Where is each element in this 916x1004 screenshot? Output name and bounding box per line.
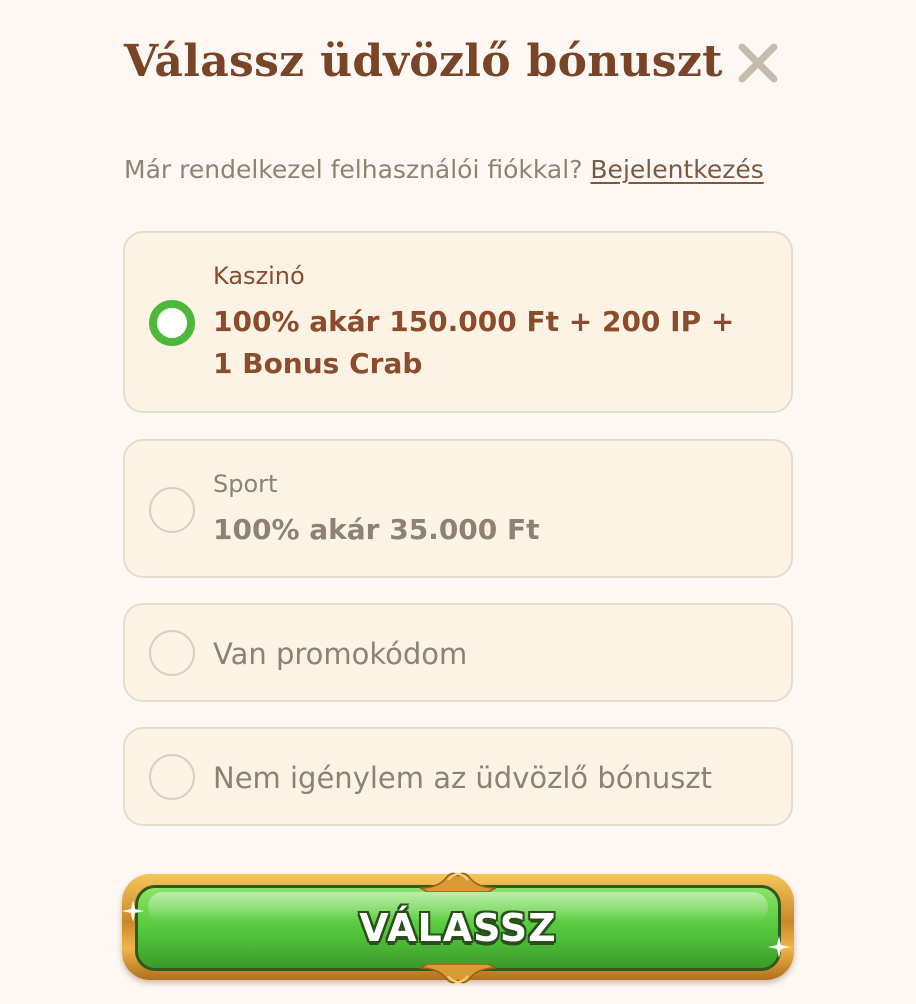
ornament-top-icon bbox=[418, 866, 498, 892]
option-text: Sport 100% akár 35.000 Ft bbox=[213, 467, 751, 551]
choose-button-label: VÁLASSZ bbox=[359, 906, 557, 950]
close-icon bbox=[738, 43, 778, 83]
bonus-option-no-bonus[interactable]: Nem igénylem az üdvözlő bónuszt bbox=[123, 727, 793, 826]
option-label: Van promokódom bbox=[213, 637, 468, 671]
ornament-bottom-icon bbox=[418, 964, 498, 990]
sparkle-icon bbox=[122, 900, 144, 922]
option-text: Kaszinó 100% akár 150.000 Ft + 200 IP + … bbox=[213, 259, 751, 385]
sparkle-icon bbox=[768, 936, 790, 958]
radio-promo-code[interactable] bbox=[149, 630, 195, 676]
option-category: Sport bbox=[213, 470, 278, 498]
radio-no-bonus[interactable] bbox=[149, 754, 195, 800]
bonus-option-promo-code[interactable]: Van promokódom bbox=[123, 603, 793, 702]
bonus-option-casino[interactable]: Kaszinó 100% akár 150.000 Ft + 200 IP + … bbox=[123, 231, 793, 413]
choose-button-wrapper: VÁLASSZ bbox=[122, 866, 794, 990]
option-text: Nem igénylem az üdvözlő bónuszt bbox=[213, 758, 751, 798]
modal-title: Válassz üdvözlő bónuszt bbox=[124, 36, 723, 87]
radio-casino[interactable] bbox=[149, 300, 195, 346]
option-detail: 100% akár 35.000 Ft bbox=[213, 513, 540, 546]
radio-sport[interactable] bbox=[149, 487, 195, 533]
option-label: Nem igénylem az üdvözlő bónuszt bbox=[213, 761, 712, 795]
option-detail: 100% akár 150.000 Ft + 200 IP + 1 Bonus … bbox=[213, 305, 735, 380]
option-text: Van promokódom bbox=[213, 634, 751, 674]
option-category: Kaszinó bbox=[213, 262, 305, 290]
login-prompt: Már rendelkezel felhasználói fiókkal? Be… bbox=[124, 152, 764, 188]
welcome-bonus-modal: Válassz üdvözlő bónuszt Már rendelkezel … bbox=[0, 0, 916, 1004]
choose-button[interactable]: VÁLASSZ bbox=[135, 885, 781, 971]
close-button[interactable] bbox=[736, 41, 780, 85]
login-prompt-text: Már rendelkezel felhasználói fiókkal? bbox=[124, 155, 591, 184]
bonus-option-sport[interactable]: Sport 100% akár 35.000 Ft bbox=[123, 439, 793, 578]
login-link[interactable]: Bejelentkezés bbox=[590, 155, 763, 184]
